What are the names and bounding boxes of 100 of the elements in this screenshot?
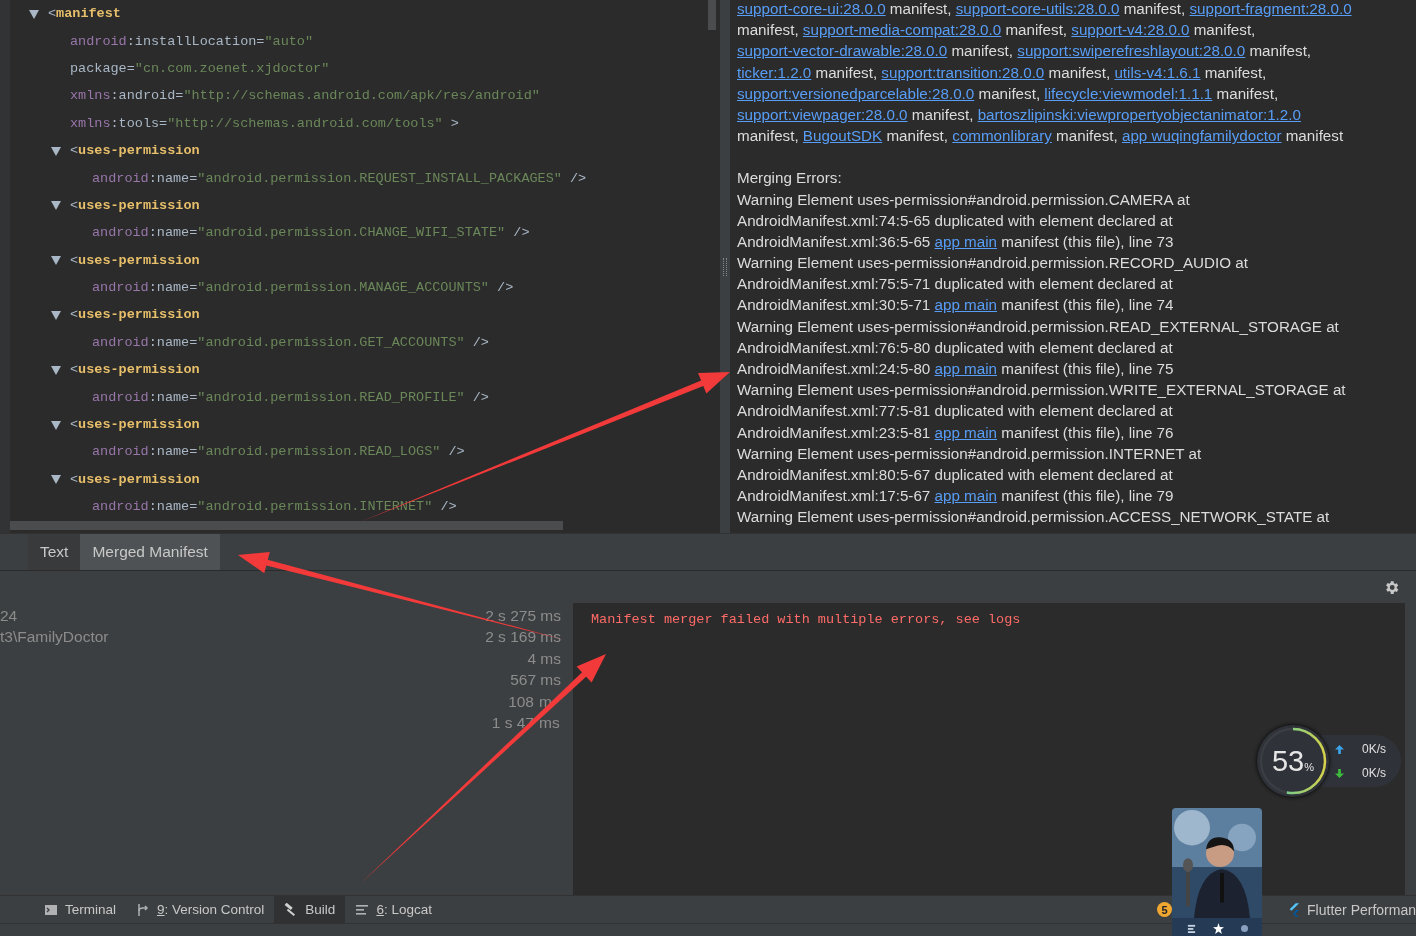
library-link[interactable]: support-core-ui:28.0.0	[737, 0, 886, 17]
library-link[interactable]: utils-v4:1.6.1	[1114, 63, 1201, 81]
fold-toggle[interactable]	[50, 199, 62, 212]
library-link[interactable]: commonlibrary	[952, 127, 1052, 145]
build-step-time: 4 ms	[527, 649, 561, 668]
merge-error-line: AndroidManifest.xml:80:5-67 duplicated with element declared at	[737, 465, 1174, 485]
merge-error-line: AndroidManifest.xml:24:5-80 app main manifest (this file), line 75	[737, 360, 1175, 379]
build-step-time-unit: ms	[539, 714, 561, 733]
upload-arrow-icon	[1335, 744, 1344, 754]
merge-error-line: AndroidManifest.xml:30:5-71 app main manifest (this file), line 74	[737, 296, 1175, 316]
build-step-time: 567 ms	[510, 671, 561, 690]
tool-window-tab[interactable]: 9: Version Control	[126, 896, 275, 923]
fold-toggle[interactable]	[50, 418, 62, 431]
event-count-badge[interactable]: 5	[1157, 902, 1173, 917]
merge-log-line: support-vector-drawable:28.0.0 manifest, support:swiperefreshlayout:28.0.0 manifest,	[737, 42, 1313, 62]
merge-error-line: Warning Element uses-permission#android.permission.ACCESS_NETWORK_STATE at	[737, 508, 1331, 528]
merge-error-line: AndroidManifest.xml:77:5-81 duplicated with element declared at	[737, 402, 1174, 422]
manifest-link[interactable]: app main	[934, 423, 998, 441]
xml-attribute: android:name="android.permission.READ_PROFILE" />	[92, 389, 489, 405]
library-link[interactable]: support-v4:28.0.0	[1071, 21, 1190, 39]
xml-attribute: android:name="android.permission.READ_LOGS" />	[92, 444, 465, 460]
build-step-time: 108	[508, 692, 534, 711]
fold-toggle[interactable]	[50, 144, 62, 157]
branch-icon	[136, 902, 150, 917]
fold-toggle[interactable]	[50, 309, 62, 321]
merge-log-line: support:versionedparcelable:28.0.0 manifest, lifecycle:viewmodel:1.1.1 manifest,	[737, 84, 1280, 104]
terminal-icon	[44, 902, 58, 917]
xml-attribute: android:name="android.permission.MANAGE_ACCOUNTS" />	[92, 280, 514, 296]
editor-tab[interactable]: Text	[28, 534, 81, 570]
merge-error-line: Warning Element uses-permission#android.permission.RECORD_AUDIO at	[737, 254, 1249, 274]
merge-error-line: AndroidManifest.xml:23:5-81 app main manifest (this file), line 76	[737, 423, 1175, 443]
library-link[interactable]: app wuqingfamilydoctor	[1121, 127, 1282, 145]
build-step-label: 24	[0, 606, 19, 625]
fold-toggle[interactable]	[50, 363, 62, 376]
playlist-icon[interactable]	[1186, 923, 1196, 933]
library-link[interactable]: support:transition:28.0.0	[881, 63, 1045, 81]
merge-error-line: Warning Element uses-permission#android.permission.INTERNET at	[737, 444, 1203, 464]
library-link[interactable]: support:versionedparcelable:28.0.0	[737, 84, 975, 102]
xml-attribute: package="cn.com.zoenet.xjdoctor"	[70, 60, 330, 76]
editor-tab[interactable]: Merged Manifest	[80, 534, 220, 570]
xml-attribute: android:installLocation="auto"	[70, 33, 314, 49]
merge-error-line: AndroidManifest.xml:17:5-67 app main manifest (this file), line 79	[737, 487, 1175, 507]
merge-error-line: AndroidManifest.xml:76:5-80 duplicated with element declared at	[737, 338, 1174, 358]
xml-attribute: xmlns:android="http://schemas.android.com/apk/res/android"	[70, 88, 540, 104]
xml-attribute: android:name="android.permission.GET_ACCOUNTS" />	[92, 334, 489, 350]
tool-window-tab[interactable]: Flutter Performan	[1278, 896, 1416, 923]
library-link[interactable]: ticker:1.2.0	[737, 63, 812, 81]
xml-tag: <uses-permission	[70, 307, 200, 323]
tool-window-tab[interactable]: 6: Logcat	[345, 896, 442, 923]
settings-icon[interactable]	[1383, 578, 1400, 596]
upload-speed: 0K/s	[1362, 742, 1386, 756]
scrollbar-thumb[interactable]	[708, 0, 716, 30]
manifest-link[interactable]: app main	[934, 296, 998, 314]
library-link[interactable]: BugoutSDK	[802, 127, 883, 145]
xml-attribute: xmlns:tools="http://schemas.android.com/tools" >	[70, 115, 459, 131]
merge-error-line: Warning Element uses-permission#android.permission.READ_EXTERNAL_STORAGE at	[737, 317, 1340, 337]
xml-tag: <uses-permission	[70, 471, 200, 487]
library-link[interactable]: support:swiperefreshlayout:28.0.0	[1017, 42, 1246, 60]
download-arrow-icon	[1335, 768, 1344, 778]
library-link[interactable]: support-core-utils:28.0.0	[955, 0, 1120, 17]
library-link[interactable]: lifecycle:viewmodel:1.1.1	[1044, 84, 1213, 102]
xml-tag: <manifest	[48, 6, 121, 22]
xml-tag: <uses-permission	[70, 362, 200, 378]
merge-error-line: AndroidManifest.xml:36:5-65 app main manifest (this file), line 73	[737, 232, 1175, 252]
library-link[interactable]: support-fragment:28.0.0	[1189, 0, 1352, 17]
xml-attribute: android:name="android.permission.CHANGE_WIFI_STATE" />	[92, 225, 530, 241]
xml-tag: <uses-permission	[70, 252, 200, 268]
splitter-handle[interactable]	[723, 257, 727, 276]
fold-toggle[interactable]	[28, 7, 40, 20]
build-step-label: t3\FamilyDoctor	[0, 628, 110, 647]
merge-error-line: Warning Element uses-permission#android.permission.CAMERA at	[737, 190, 1191, 210]
merge-log-line: manifest, BugoutSDK manifest, commonlibrary manifest, app wuqingfamilydoctor manifest	[737, 127, 1345, 147]
merge-error-line: AndroidManifest.xml:74:5-65 duplicated with element declared at	[737, 211, 1174, 231]
manifest-link[interactable]: app main	[934, 360, 998, 377]
manifest-link[interactable]: app main	[934, 232, 998, 250]
tool-window-tab[interactable]: Terminal	[34, 896, 126, 923]
xml-tag: <uses-permission	[70, 143, 200, 159]
merge-log-line: support:viewpager:28.0.0 manifest, bartoszlipinski:viewpropertyobjectanimator:1.2.0	[737, 105, 1302, 125]
section-title: Merging Errors:	[737, 169, 843, 189]
lines-icon	[355, 902, 370, 917]
fold-toggle[interactable]	[50, 254, 62, 267]
library-link[interactable]: support:viewpager:28.0.0	[737, 105, 908, 123]
flutter-icon	[1288, 902, 1301, 917]
library-link[interactable]: bartoszlipinski:viewpropertyobjectanimator:1.2.0	[977, 105, 1301, 123]
scrollbar-thumb[interactable]	[10, 521, 563, 530]
merge-log-line: support-core-ui:28.0.0 manifest, support-core-utils:28.0.0 manifest, support-fragment:28.0.0	[737, 0, 1353, 19]
console-error: Manifest merger failed with multiple errors, see logs	[591, 612, 1021, 627]
xml-tag: <uses-permission	[70, 417, 200, 433]
merge-log-line: ticker:1.2.0 manifest, support:transition:28.0.0 manifest, utils-v4:1.6.1 manifest,	[737, 63, 1268, 83]
tool-window-tab[interactable]: Build	[274, 896, 346, 923]
fold-toggle[interactable]	[50, 473, 62, 486]
merge-error-line: Warning Element uses-permission#android.permission.WRITE_EXTERNAL_STORAGE at	[737, 381, 1347, 401]
dot-icon[interactable]	[1240, 924, 1248, 932]
library-link[interactable]: support-vector-drawable:28.0.0	[737, 42, 948, 60]
build-step-time: 2 s 169 ms	[485, 628, 561, 647]
merge-error-line: AndroidManifest.xml:75:5-71 duplicated with element declared at	[737, 275, 1174, 295]
xml-attribute: android:name="android.permission.REQUEST_INSTALL_PACKAGES" />	[92, 170, 587, 186]
library-link[interactable]: support-media-compat:28.0.0	[802, 21, 1002, 39]
manifest-link[interactable]: app main	[934, 487, 998, 505]
star-icon[interactable]	[1212, 922, 1224, 934]
